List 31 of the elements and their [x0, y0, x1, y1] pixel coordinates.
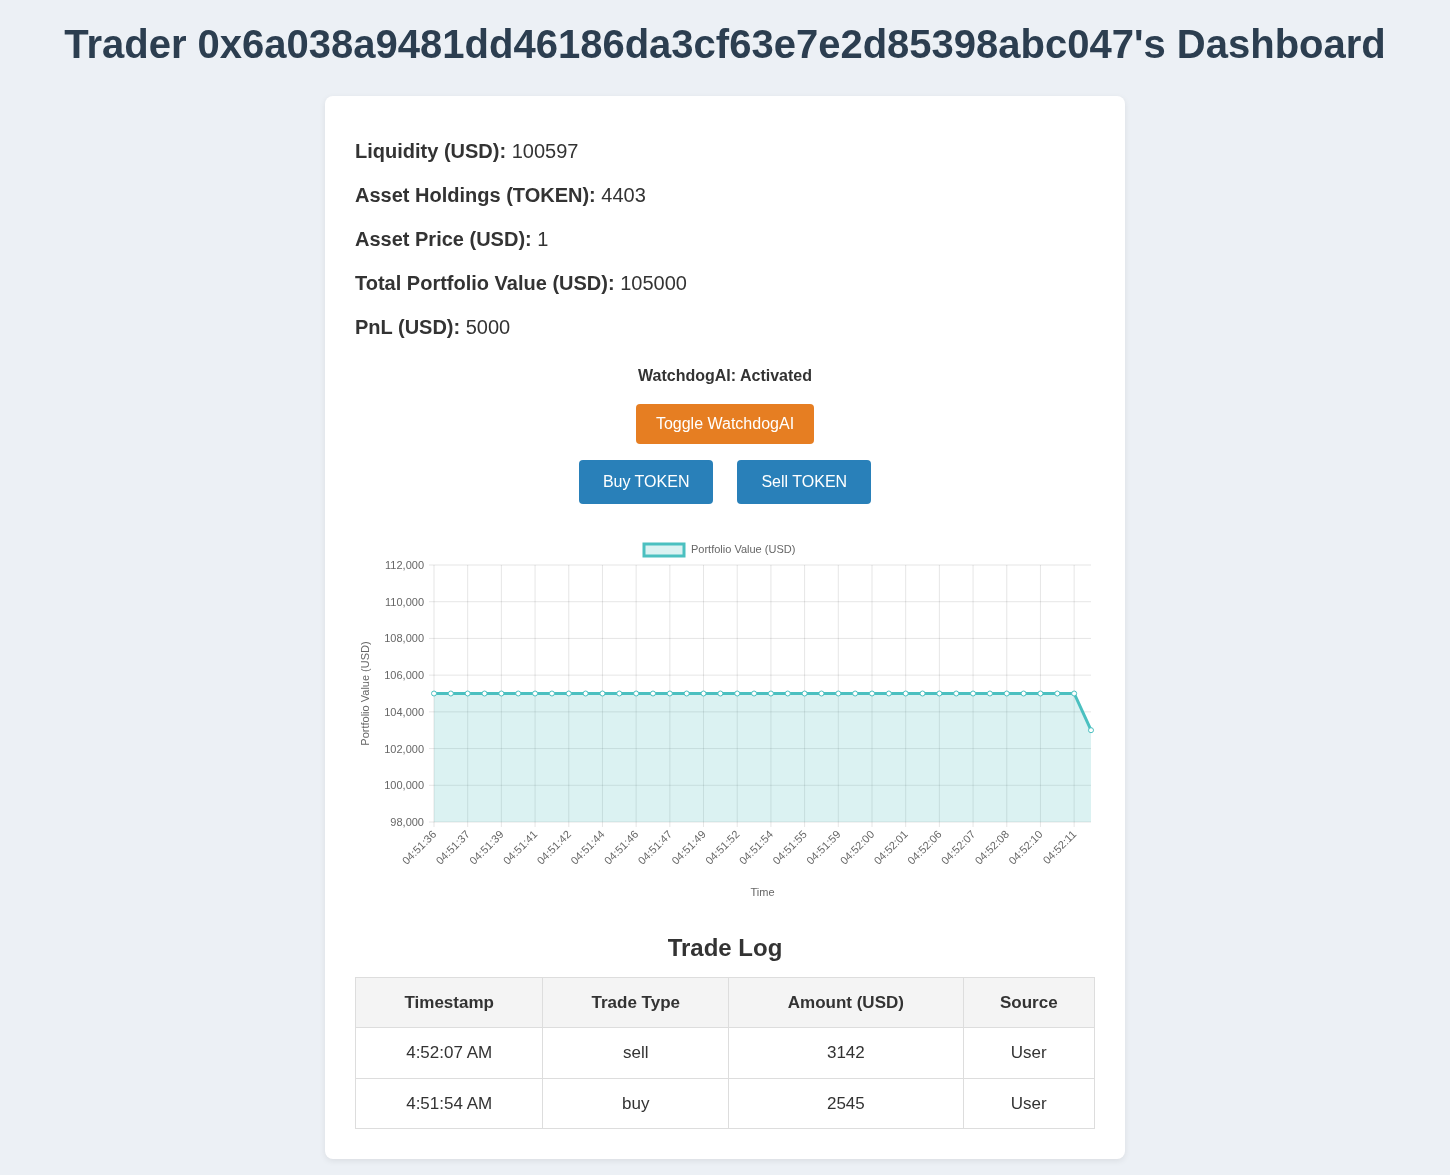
column-header: Amount (USD) [728, 977, 964, 1028]
stat-line: Asset Holdings (TOKEN): 4403 [355, 183, 647, 208]
stat-line: Asset Price (USD): 1 [355, 227, 550, 252]
table-cell: User [963, 1078, 1095, 1129]
table-cell: 2545 [728, 1078, 964, 1129]
section-title: Trade Log [666, 934, 784, 963]
table-cell: User [963, 1027, 1095, 1079]
watchdog-status: WatchdogAI: Activated [637, 366, 813, 386]
stat-line: Total Portfolio Value (USD): 105000 [355, 271, 688, 296]
axis-title: Portfolio Value (USD) [359, 641, 371, 746]
column-header: Source [963, 977, 1095, 1028]
axis-tick-label: 106,000 [384, 669, 424, 682]
legend-label: Portfolio Value (USD) [691, 543, 796, 555]
stat-line: Liquidity (USD): 100597 [355, 139, 580, 164]
axis-tick-label: 108,000 [384, 632, 424, 645]
table-cell: 3142 [728, 1027, 964, 1079]
axis-tick-label: 104,000 [384, 705, 424, 718]
axis-title: Time [750, 886, 775, 898]
table-cell: 4:51:54 AM [355, 1078, 543, 1129]
axis-tick-label: 110,000 [385, 595, 424, 608]
axis-tick-label: 112,000 [385, 559, 424, 571]
axis-tick-label: 98,000 [390, 816, 424, 828]
column-header: Timestamp [355, 977, 543, 1028]
axis-tick-label: 102,000 [384, 742, 424, 755]
stat-line: PnL (USD): 5000 [355, 315, 512, 340]
table-cell: buy [542, 1078, 729, 1129]
page-title: Trader 0x6a038a9481dd46186da3cf63e7e2d85398abc047's Dashboard [63, 21, 1387, 68]
axis-tick-label: 100,000 [384, 779, 424, 792]
table-cell: 4:52:07 AM [355, 1027, 543, 1079]
table-cell: sell [542, 1027, 729, 1079]
column-header: Trade Type [542, 977, 729, 1028]
